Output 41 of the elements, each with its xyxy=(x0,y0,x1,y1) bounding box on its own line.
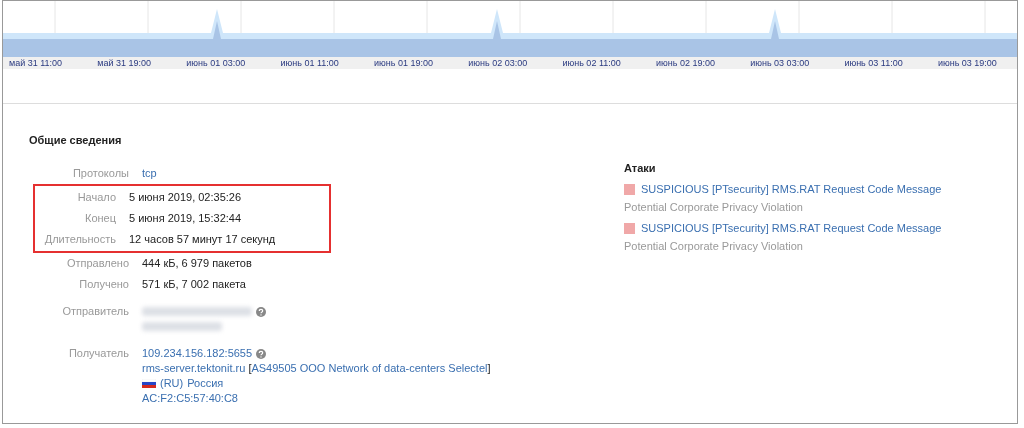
attack-link[interactable]: SUSPICIOUS [PTsecurity] RMS.RAT Request Code Message xyxy=(641,222,942,234)
axis-label: июнь 02 19:00 xyxy=(655,57,715,69)
attack-category: Potential Corporate Privacy Violation xyxy=(624,240,804,252)
field-value: 5 июня 2019, 02:35:26 xyxy=(129,190,242,205)
field-value: 444 кБ, 6 979 пакетов xyxy=(142,256,252,271)
section-title: Атаки xyxy=(624,162,657,174)
axis-label: июнь 03 11:00 xyxy=(844,57,903,69)
field-label: Протоколы xyxy=(71,166,130,181)
field-value: 5 июня 2019, 15:32:44 xyxy=(129,211,242,226)
axis-label: июнь 01 03:00 xyxy=(186,57,246,69)
mac-address: AC:F2:C5:57:40:C8 xyxy=(142,391,239,406)
help-icon[interactable] xyxy=(256,306,266,317)
axis-label: июнь 01 11:00 xyxy=(280,57,339,69)
field-label: Получено xyxy=(78,277,130,292)
axis-label: май 31 11:00 xyxy=(9,57,63,69)
axis-label: июнь 01 19:00 xyxy=(374,57,433,69)
address-link[interactable]: 109.234.156.182:5655 xyxy=(142,346,253,361)
field-label: Начало xyxy=(76,190,117,205)
flag-icon xyxy=(142,379,156,388)
section-title: Общие сведения xyxy=(29,134,123,146)
attack-link[interactable]: SUSPICIOUS [PTsecurity] RMS.RAT Request Code Message xyxy=(641,183,942,195)
axis-label: июнь 03 19:00 xyxy=(937,57,997,69)
country-link[interactable]: Россия xyxy=(187,376,224,391)
field-label: Длительность xyxy=(43,232,117,247)
axis-label: июнь 03 03:00 xyxy=(750,57,810,69)
field-label: Конец xyxy=(83,211,117,226)
field-label: Отправитель xyxy=(61,304,130,319)
protocol-link[interactable]: tcp xyxy=(142,166,157,181)
help-icon[interactable] xyxy=(256,348,267,359)
hostname-link[interactable]: rms-server.tektonit.ru xyxy=(142,362,246,374)
field-label: Отправлено xyxy=(65,256,130,271)
country-code: (RU) xyxy=(160,376,184,391)
field-value: 571 кБ, 7 002 пакета xyxy=(142,277,246,292)
field-label: Получатель xyxy=(67,346,130,361)
field-value: 12 часов 57 минут 17 секунд xyxy=(129,232,276,247)
attack-category: Potential Corporate Privacy Violation xyxy=(624,201,804,213)
bracket: [ xyxy=(248,362,252,374)
axis-label: июнь 02 03:00 xyxy=(468,57,528,69)
axis-label: июнь 02 11:00 xyxy=(562,57,621,69)
axis-label: май 31 19:00 xyxy=(97,57,152,69)
bracket: ] xyxy=(487,362,491,374)
